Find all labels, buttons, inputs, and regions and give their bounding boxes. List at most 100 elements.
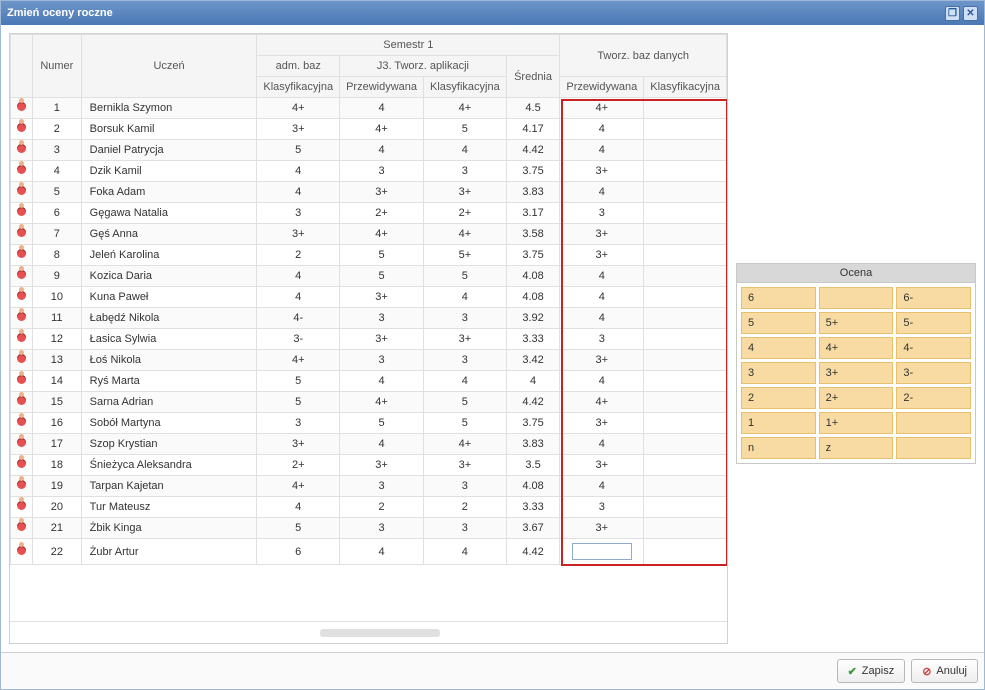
cell-tbd-klasyf[interactable] [644,371,727,392]
cell-tbd-klasyf[interactable] [644,203,727,224]
grade-button-empty[interactable] [819,287,894,309]
grade-button-4[interactable]: 4 [741,337,816,359]
table-row[interactable]: 14Ryś Marta54444 [11,371,727,392]
cell-tbd-przew[interactable]: 3+ [560,413,644,434]
cell-tbd-klasyf[interactable] [644,182,727,203]
cell-tbd-klasyf[interactable] [644,287,727,308]
table-row[interactable]: 12Łasica Sylwia3-3+3+3.333 [11,329,727,350]
cell-tbd-przew[interactable]: 4 [560,434,644,455]
table-row[interactable]: 16Sobół Martyna3553.753+ [11,413,727,434]
table-row[interactable]: 20Tur Mateusz4223.333 [11,497,727,518]
cell-tbd-przew[interactable]: 3 [560,329,644,350]
grade-input[interactable] [572,543,632,560]
cell-tbd-klasyf[interactable] [644,350,727,371]
cell-tbd-przew[interactable]: 4 [560,308,644,329]
table-row[interactable]: 11Łabędź Nikola4-333.924 [11,308,727,329]
grid-scroll[interactable]: Numer Uczeń Semestr 1 Tworz. baz danych … [10,34,727,621]
grade-button-1plus[interactable]: 1+ [819,412,894,434]
table-row[interactable]: 19Tarpan Kajetan4+334.084 [11,476,727,497]
cell-tbd-klasyf[interactable] [644,434,727,455]
table-row[interactable]: 1Bernikla Szymon4+44+4.54+ [11,98,727,119]
save-button[interactable]: ✔ Zapisz [837,659,906,683]
cell-tbd-przew[interactable]: 3+ [560,518,644,539]
cell-tbd-przew[interactable]: 4+ [560,98,644,119]
cell-tbd-przew[interactable]: 4 [560,119,644,140]
grade-button-5plus[interactable]: 5+ [819,312,894,334]
cell-tbd-klasyf[interactable] [644,329,727,350]
table-row[interactable]: 21Żbik Kinga5333.673+ [11,518,727,539]
cell-tbd-klasyf[interactable] [644,392,727,413]
user-icon [17,207,26,216]
grade-button-2[interactable]: 2 [741,387,816,409]
user-icon-cell [11,245,33,266]
cell-j3-klasyf: 3 [424,518,507,539]
grade-button-3[interactable]: 3 [741,362,816,384]
table-row[interactable]: 22Żubr Artur6444.42 [11,539,727,565]
grade-button-1[interactable]: 1 [741,412,816,434]
table-row[interactable]: 17Szop Krystian3+44+3.834 [11,434,727,455]
user-icon [17,228,26,237]
cell-tbd-przew[interactable]: 3+ [560,455,644,476]
grade-button-5minus[interactable]: 5- [896,312,971,334]
table-row[interactable]: 8Jeleń Karolina255+3.753+ [11,245,727,266]
table-row[interactable]: 15Sarna Adrian54+54.424+ [11,392,727,413]
cell-tbd-klasyf[interactable] [644,266,727,287]
cancel-button[interactable]: ⊘ Anuluj [911,659,978,683]
cell-tbd-przew[interactable]: 4 [560,140,644,161]
grade-button-z[interactable]: z [819,437,894,459]
header-semester: Semestr 1 [257,35,560,56]
cell-tbd-przew[interactable]: 4 [560,476,644,497]
cell-tbd-klasyf[interactable] [644,308,727,329]
cell-tbd-przew[interactable]: 4 [560,182,644,203]
grade-button-6minus[interactable]: 6- [896,287,971,309]
table-row[interactable]: 5Foka Adam43+3+3.834 [11,182,727,203]
cell-tbd-klasyf[interactable] [644,497,727,518]
cell-tbd-przew[interactable]: 4 [560,371,644,392]
grade-button-4minus[interactable]: 4- [896,337,971,359]
cell-tbd-klasyf[interactable] [644,413,727,434]
close-button[interactable]: ✕ [963,6,978,21]
cell-tbd-klasyf[interactable] [644,140,727,161]
cell-tbd-przew[interactable]: 3+ [560,224,644,245]
table-row[interactable]: 3Daniel Patrycja5444.424 [11,140,727,161]
cell-tbd-przew[interactable]: 3+ [560,350,644,371]
grade-button-3minus[interactable]: 3- [896,362,971,384]
cell-tbd-klasyf[interactable] [644,518,727,539]
grade-button-3plus[interactable]: 3+ [819,362,894,384]
grade-button-empty[interactable] [896,437,971,459]
table-row[interactable]: 4Dzik Kamil4333.753+ [11,161,727,182]
cell-tbd-przew[interactable] [560,539,644,565]
table-row[interactable]: 7Gęś Anna3+4+4+3.583+ [11,224,727,245]
cell-tbd-przew[interactable]: 4 [560,266,644,287]
cell-tbd-przew[interactable]: 3 [560,203,644,224]
cell-tbd-klasyf[interactable] [644,539,727,565]
table-row[interactable]: 10Kuna Paweł43+44.084 [11,287,727,308]
grade-button-empty[interactable] [896,412,971,434]
cell-tbd-klasyf[interactable] [644,161,727,182]
grade-button-5[interactable]: 5 [741,312,816,334]
cell-tbd-klasyf[interactable] [644,455,727,476]
cell-tbd-przew[interactable]: 3 [560,497,644,518]
table-row[interactable]: 9Kozica Daria4554.084 [11,266,727,287]
cell-tbd-klasyf[interactable] [644,224,727,245]
grade-button-4plus[interactable]: 4+ [819,337,894,359]
grade-button-6[interactable]: 6 [741,287,816,309]
maximize-button[interactable]: ❐ [945,6,960,21]
horizontal-scrollbar[interactable]: ‹ › [10,621,727,643]
cell-tbd-przew[interactable]: 3+ [560,161,644,182]
table-row[interactable]: 13Łoś Nikola4+333.423+ [11,350,727,371]
cell-tbd-przew[interactable]: 4 [560,287,644,308]
table-row[interactable]: 6Gęgawa Natalia32+2+3.173 [11,203,727,224]
scroll-thumb[interactable] [320,629,440,637]
cell-tbd-klasyf[interactable] [644,476,727,497]
cell-tbd-klasyf[interactable] [644,245,727,266]
cell-tbd-klasyf[interactable] [644,119,727,140]
table-row[interactable]: 2Borsuk Kamil3+4+54.174 [11,119,727,140]
cell-tbd-przew[interactable]: 3+ [560,245,644,266]
table-row[interactable]: 18Śnieżyca Aleksandra2+3+3+3.53+ [11,455,727,476]
cell-tbd-klasyf[interactable] [644,98,727,119]
grade-button-2minus[interactable]: 2- [896,387,971,409]
grade-button-2plus[interactable]: 2+ [819,387,894,409]
grade-button-n[interactable]: n [741,437,816,459]
cell-tbd-przew[interactable]: 4+ [560,392,644,413]
